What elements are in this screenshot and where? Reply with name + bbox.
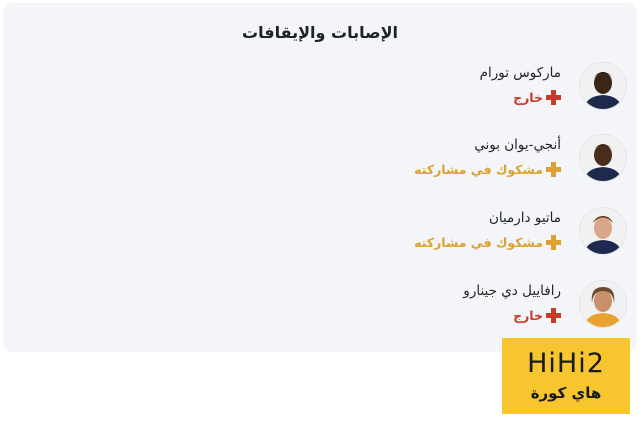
player-avatar: [579, 280, 627, 328]
logo-sub-text: هاي كورة: [530, 384, 602, 402]
plus-icon: [546, 161, 561, 177]
section-title: الإصابات والإيقافات: [242, 23, 398, 42]
player-status: مشكوك في مشاركته: [414, 233, 561, 251]
player-status: خارج: [513, 306, 561, 324]
player-status: خارج: [513, 88, 561, 106]
player-status: مشكوك في مشاركته: [414, 160, 561, 178]
player-row[interactable]: ماتيو دارميان مشكوك في مشاركته: [227, 207, 627, 263]
status-text: خارج: [513, 307, 543, 323]
injuries-card: الإصابات والإيقافات ماركوس تورام خارج أن…: [3, 3, 637, 352]
plus-icon: [546, 89, 561, 105]
player-name: ماتيو دارميان: [488, 210, 561, 226]
logo-main-text: HiHi2: [527, 348, 605, 379]
plus-icon: [546, 234, 561, 250]
site-logo: HiHi2 هاي كورة: [502, 338, 630, 414]
plus-icon: [546, 307, 561, 323]
status-text: مشكوك في مشاركته: [414, 234, 543, 250]
player-avatar: [579, 134, 627, 182]
player-row[interactable]: رافاييل دي جينارو خارج: [227, 280, 627, 336]
status-text: خارج: [513, 89, 543, 105]
player-name: أنجي-يوان بوني: [474, 137, 561, 153]
player-name: رافاييل دي جينارو: [463, 283, 561, 299]
player-name: ماركوس تورام: [479, 65, 561, 81]
status-text: مشكوك في مشاركته: [414, 161, 543, 177]
player-avatar: [579, 207, 627, 255]
player-row[interactable]: ماركوس تورام خارج: [227, 62, 627, 118]
player-avatar: [579, 62, 627, 110]
player-row[interactable]: أنجي-يوان بوني مشكوك في مشاركته: [227, 134, 627, 190]
